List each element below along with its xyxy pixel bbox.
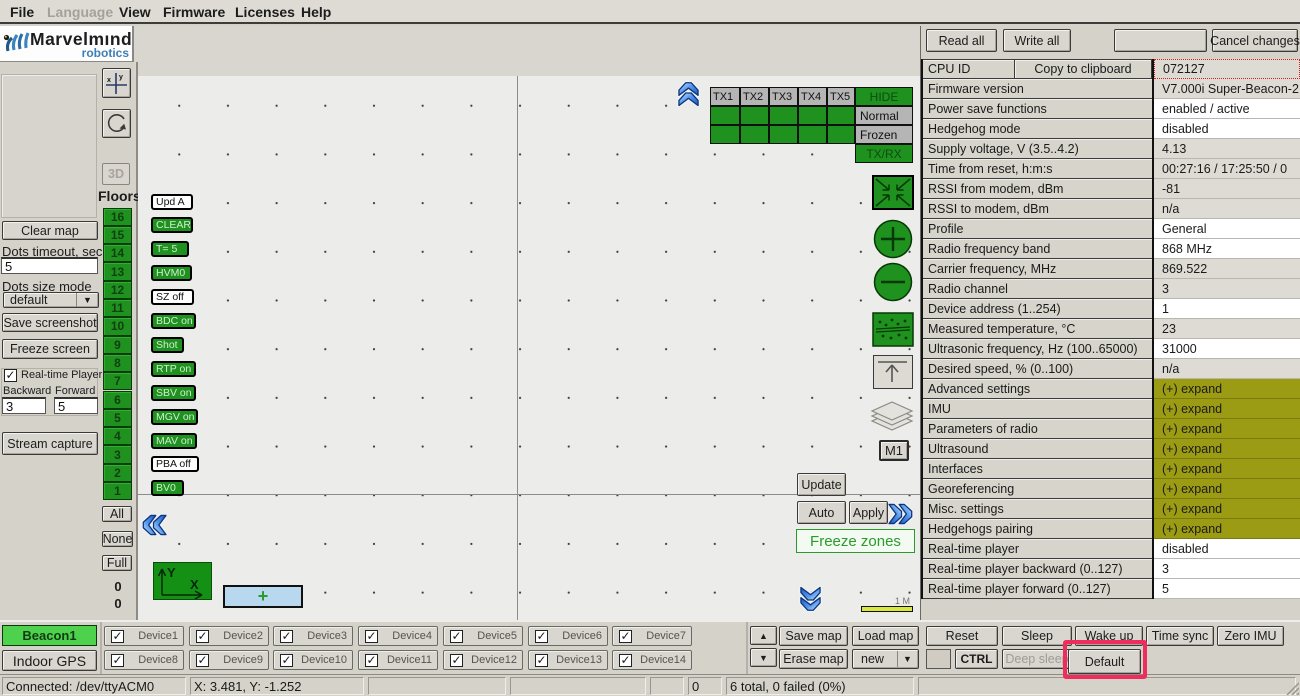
svg-text:Y: Y [167, 565, 176, 580]
svg-text:X: X [190, 577, 199, 592]
svg-text:x: x [107, 77, 111, 84]
svg-text:y: y [119, 74, 123, 81]
